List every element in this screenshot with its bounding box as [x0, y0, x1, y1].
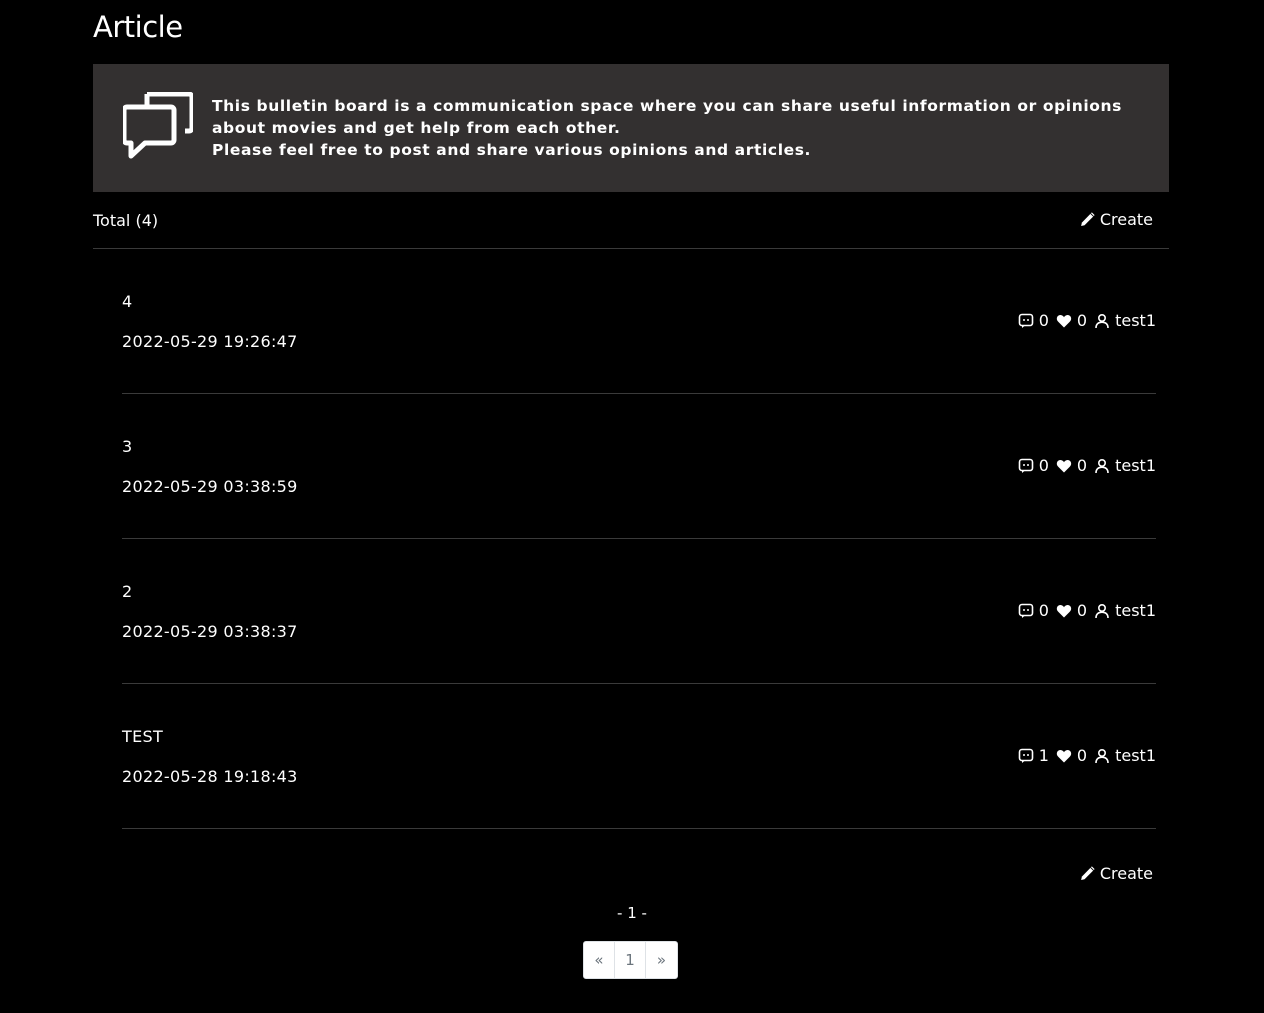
article-author: test1: [1115, 311, 1156, 330]
like-count: 0: [1076, 456, 1088, 475]
create-button-bottom[interactable]: Create: [1079, 864, 1153, 883]
page-title: Article: [93, 10, 183, 44]
comment-count: 0: [1038, 311, 1049, 330]
pencil-icon: [1080, 866, 1095, 880]
chat-bubbles-icon: [123, 92, 193, 159]
article-title[interactable]: 4: [122, 292, 132, 311]
create-button-label: Create: [1099, 864, 1153, 883]
heart-icon: [1056, 459, 1072, 472]
heart-icon: [1056, 604, 1072, 617]
article-date: 2022-05-29 03:38:59: [122, 477, 298, 496]
article-meta: 1 0 test1: [1018, 746, 1156, 765]
pencil-icon: [1080, 212, 1095, 226]
article-meta: 0 0 test1: [1018, 601, 1156, 620]
comment-count: 1: [1038, 746, 1049, 765]
user-icon: [1095, 458, 1109, 473]
article-row[interactable]: 3 2022-05-29 03:38:59 0 0 test1: [122, 394, 1156, 539]
user-icon: [1095, 748, 1109, 763]
create-button-label: Create: [1099, 210, 1153, 229]
article-author: test1: [1115, 456, 1156, 475]
pagination: « 1 »: [583, 941, 678, 979]
user-icon: [1095, 603, 1109, 618]
article-date: 2022-05-28 19:18:43: [122, 767, 298, 786]
article-author: test1: [1115, 746, 1156, 765]
page-indicator: - 1 -: [617, 904, 647, 922]
like-count: 0: [1076, 311, 1088, 330]
next-page-button[interactable]: »: [646, 942, 677, 978]
notice-line-1: This bulletin board is a communication s…: [212, 97, 1122, 137]
article-title[interactable]: 2: [122, 582, 132, 601]
heart-icon: [1056, 749, 1072, 762]
prev-page-button[interactable]: «: [584, 942, 615, 978]
comment-icon: [1018, 748, 1034, 763]
like-count: 0: [1076, 601, 1088, 620]
comment-icon: [1018, 458, 1034, 473]
article-author: test1: [1115, 601, 1156, 620]
article-date: 2022-05-29 03:38:37: [122, 622, 298, 641]
page-1-button[interactable]: 1: [615, 942, 646, 978]
heart-icon: [1056, 314, 1072, 327]
article-row[interactable]: TEST 2022-05-28 19:18:43 1 0 test1: [122, 684, 1156, 829]
comment-icon: [1018, 313, 1034, 328]
article-date: 2022-05-29 19:26:47: [122, 332, 298, 351]
article-list: 4 2022-05-29 19:26:47 0 0 test1 3 2022-0…: [122, 249, 1156, 829]
article-meta: 0 0 test1: [1018, 311, 1156, 330]
article-meta: 0 0 test1: [1018, 456, 1156, 475]
notice-line-2: Please feel free to post and share vario…: [212, 141, 812, 159]
article-row[interactable]: 4 2022-05-29 19:26:47 0 0 test1: [122, 249, 1156, 394]
list-toolbar: Total (4) Create: [93, 192, 1169, 249]
article-title[interactable]: TEST: [122, 727, 163, 746]
user-icon: [1095, 313, 1109, 328]
total-count: Total (4): [93, 211, 159, 230]
like-count: 0: [1076, 746, 1088, 765]
create-button-top[interactable]: Create: [1079, 210, 1153, 229]
comment-count: 0: [1038, 601, 1049, 620]
comment-count: 0: [1038, 456, 1049, 475]
article-row[interactable]: 2 2022-05-29 03:38:37 0 0 test1: [122, 539, 1156, 684]
article-title[interactable]: 3: [122, 437, 132, 456]
notice-banner: This bulletin board is a communication s…: [93, 64, 1169, 192]
notice-text: This bulletin board is a communication s…: [212, 95, 1152, 161]
comment-icon: [1018, 603, 1034, 618]
